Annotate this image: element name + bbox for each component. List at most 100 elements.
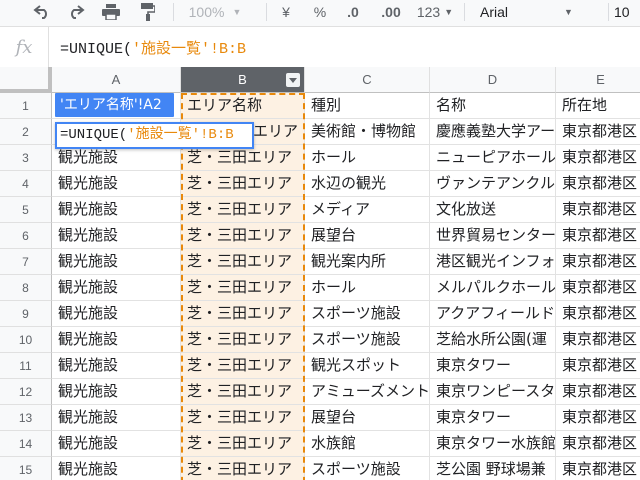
cell-d13[interactable]: 東京タワー (430, 405, 556, 431)
row-header-12[interactable]: 12 (0, 379, 52, 405)
cell-e6[interactable]: 東京都港区 (556, 223, 640, 249)
cell-c13[interactable]: 展望台 (305, 405, 430, 431)
cell-b12[interactable]: 芝・三田エリア (181, 379, 305, 405)
cell-a5[interactable]: 観光施設 (52, 197, 181, 223)
cell-b8[interactable]: 芝・三田エリア (181, 275, 305, 301)
column-header-d[interactable]: D (430, 67, 556, 93)
cell-b13[interactable]: 芝・三田エリア (181, 405, 305, 431)
cell-d1[interactable]: 名称 (430, 93, 556, 119)
cell-b7[interactable]: 芝・三田エリア (181, 249, 305, 275)
cell-c9[interactable]: スポーツ施設 (305, 301, 430, 327)
formula-input[interactable]: =UNIQUE('施設一覧'!B:B (60, 37, 246, 58)
cell-d2[interactable]: 慶應義塾大学アート (430, 119, 556, 145)
undo-button[interactable] (30, 0, 54, 24)
cell-e11[interactable]: 東京都港区 (556, 353, 640, 379)
cell-d4[interactable]: ヴァンテアンクル (430, 171, 556, 197)
cell-b9[interactable]: 芝・三田エリア (181, 301, 305, 327)
cell-c4[interactable]: 水辺の観光 (305, 171, 430, 197)
cell-d3[interactable]: ニューピアホール (430, 145, 556, 171)
row-header-8[interactable]: 8 (0, 275, 52, 301)
in-cell-formula-editor[interactable]: =UNIQUE('施設一覧'!B:B (55, 122, 254, 149)
font-size-select[interactable]: 10 (614, 0, 640, 24)
cell-d8[interactable]: メルパルクホール (430, 275, 556, 301)
cell-d10[interactable]: 芝給水所公園(運 (430, 327, 556, 353)
cell-b15[interactable]: 芝・三田エリア (181, 457, 305, 480)
cell-d7[interactable]: 港区観光インフォ (430, 249, 556, 275)
column-header-a[interactable]: A (52, 67, 181, 93)
cell-e7[interactable]: 東京都港区 (556, 249, 640, 275)
cell-b5[interactable]: 芝・三田エリア (181, 197, 305, 223)
cell-b6[interactable]: 芝・三田エリア (181, 223, 305, 249)
decrease-decimal-button[interactable]: .0 (338, 0, 368, 24)
cell-a10[interactable]: 観光施設 (52, 327, 181, 353)
select-all-corner[interactable] (0, 67, 52, 93)
cell-b4[interactable]: 芝・三田エリア (181, 171, 305, 197)
row-header-9[interactable]: 9 (0, 301, 52, 327)
cell-c2[interactable]: 美術館・博物館 (305, 119, 430, 145)
cell-c14[interactable]: 水族館 (305, 431, 430, 457)
cell-e9[interactable]: 東京都港区 (556, 301, 640, 327)
row-header-13[interactable]: 13 (0, 405, 52, 431)
cell-c12[interactable]: アミューズメント (305, 379, 430, 405)
currency-format-button[interactable]: ¥ (274, 0, 298, 24)
cell-c11[interactable]: 観光スポット (305, 353, 430, 379)
cell-c5[interactable]: メディア (305, 197, 430, 223)
more-formats-button[interactable]: 123 ▼ (412, 0, 458, 24)
row-header-5[interactable]: 5 (0, 197, 52, 223)
cell-d15[interactable]: 芝公園 野球場兼 (430, 457, 556, 480)
cell-e8[interactable]: 東京都港区 (556, 275, 640, 301)
cell-e15[interactable]: 東京都港区 (556, 457, 640, 480)
row-header-1[interactable]: 1 (0, 93, 52, 119)
cell-e10[interactable]: 東京都港区 (556, 327, 640, 353)
cell-a12[interactable]: 観光施設 (52, 379, 181, 405)
column-header-c[interactable]: C (305, 67, 430, 93)
column-menu-icon[interactable] (286, 73, 300, 87)
cell-d9[interactable]: アクアフィールド (430, 301, 556, 327)
cell-a7[interactable]: 観光施設 (52, 249, 181, 275)
cell-d14[interactable]: 東京タワー水族館 (430, 431, 556, 457)
cell-a15[interactable]: 観光施設 (52, 457, 181, 480)
cell-c10[interactable]: スポーツ施設 (305, 327, 430, 353)
print-button[interactable] (99, 0, 123, 24)
cell-c3[interactable]: ホール (305, 145, 430, 171)
cell-c6[interactable]: 展望台 (305, 223, 430, 249)
cell-b11[interactable]: 芝・三田エリア (181, 353, 305, 379)
row-header-4[interactable]: 4 (0, 171, 52, 197)
increase-decimal-button[interactable]: .00 (374, 0, 408, 24)
cell-e12[interactable]: 東京都港区 (556, 379, 640, 405)
cell-d11[interactable]: 東京タワー (430, 353, 556, 379)
column-header-e[interactable]: E (556, 67, 640, 93)
cell-a4[interactable]: 観光施設 (52, 171, 181, 197)
cell-c1[interactable]: 種別 (305, 93, 430, 119)
cell-a11[interactable]: 観光施設 (52, 353, 181, 379)
row-header-15[interactable]: 15 (0, 457, 52, 480)
cell-e2[interactable]: 東京都港区 (556, 119, 640, 145)
row-header-11[interactable]: 11 (0, 353, 52, 379)
cell-c8[interactable]: ホール (305, 275, 430, 301)
cell-d5[interactable]: 文化放送 (430, 197, 556, 223)
cell-e3[interactable]: 東京都港区 (556, 145, 640, 171)
column-header-b[interactable]: B (181, 67, 305, 93)
cell-a8[interactable]: 観光施設 (52, 275, 181, 301)
cell-b1[interactable]: エリア名称 (181, 93, 305, 119)
cell-e14[interactable]: 東京都港区 (556, 431, 640, 457)
percent-format-button[interactable]: % (308, 0, 332, 24)
cell-e13[interactable]: 東京都港区 (556, 405, 640, 431)
cell-e4[interactable]: 東京都港区 (556, 171, 640, 197)
cell-a14[interactable]: 観光施設 (52, 431, 181, 457)
cell-b10[interactable]: 芝・三田エリア (181, 327, 305, 353)
row-header-3[interactable]: 3 (0, 145, 52, 171)
cell-e5[interactable]: 東京都港区 (556, 197, 640, 223)
font-select[interactable]: Arial ▼ (472, 0, 602, 24)
redo-button[interactable] (64, 0, 88, 24)
cell-b14[interactable]: 芝・三田エリア (181, 431, 305, 457)
cell-d12[interactable]: 東京ワンピースタ (430, 379, 556, 405)
zoom-select[interactable]: 100% ▼ (178, 0, 252, 24)
row-header-14[interactable]: 14 (0, 431, 52, 457)
paint-format-button[interactable] (136, 0, 160, 24)
row-header-2[interactable]: 2 (0, 119, 52, 145)
cell-a6[interactable]: 観光施設 (52, 223, 181, 249)
cell-c7[interactable]: 観光案内所 (305, 249, 430, 275)
cell-d6[interactable]: 世界貿易センター (430, 223, 556, 249)
row-header-6[interactable]: 6 (0, 223, 52, 249)
